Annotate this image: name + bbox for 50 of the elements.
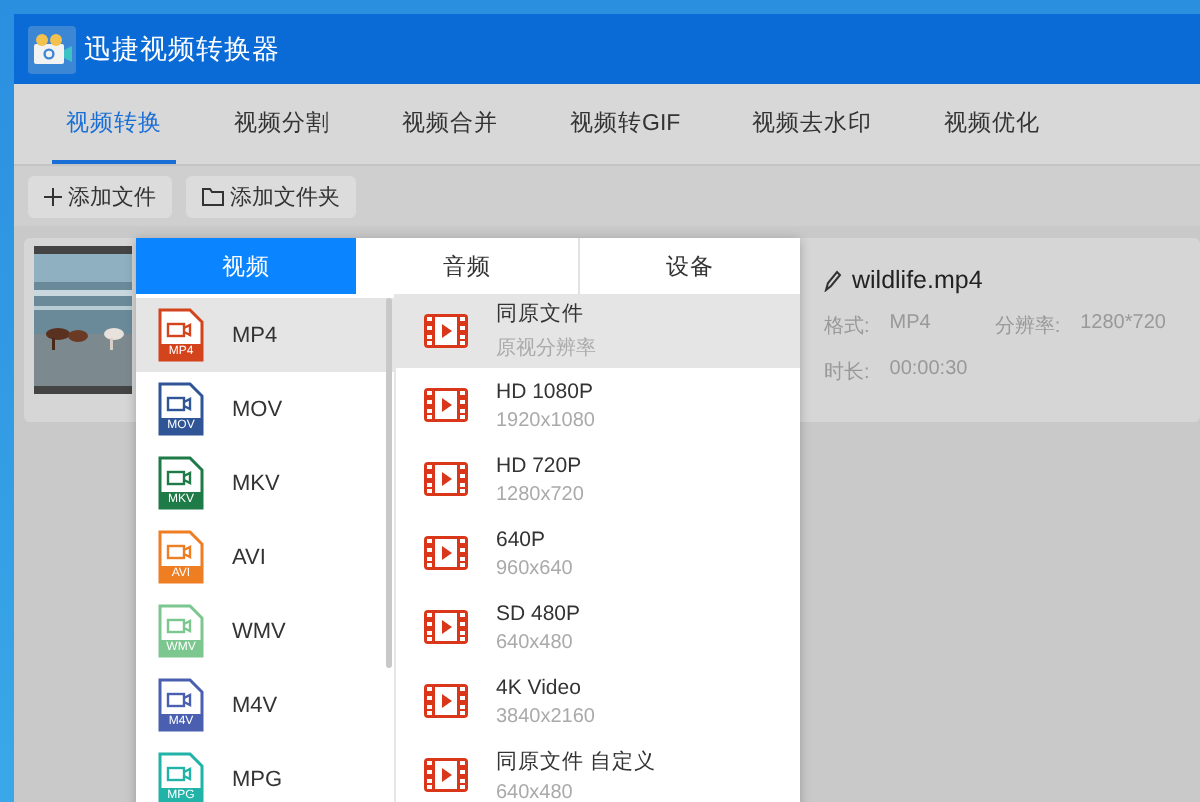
plus-icon xyxy=(44,187,62,205)
nav-tab[interactable]: 视频优化 xyxy=(930,84,1055,164)
nav-tab[interactable]: 视频分割 xyxy=(220,84,344,164)
format-name: M4V xyxy=(232,693,278,717)
app-logo-icon xyxy=(28,25,76,73)
format-name: WMV xyxy=(232,619,286,643)
film-icon xyxy=(424,758,468,792)
resolution-value: 1280*720 xyxy=(1080,312,1166,338)
preset-title: 640P xyxy=(496,527,548,551)
nav-tab[interactable]: 视频转GIF xyxy=(556,84,695,164)
format-name: AVI xyxy=(232,545,266,569)
format-name: MOV xyxy=(232,397,283,421)
window-title: 迅捷视频转换器 xyxy=(84,31,280,67)
resolution-label: 分辨率: xyxy=(994,313,1061,340)
preset-item[interactable]: 同原文件 原视分辨率 xyxy=(396,294,800,368)
add-folder-button[interactable]: 添加文件夹 xyxy=(186,175,356,217)
film-icon xyxy=(424,388,468,422)
format-name: MP4 xyxy=(232,323,278,347)
film-icon xyxy=(424,684,468,718)
preset-title: HD 720P xyxy=(496,453,584,477)
film-icon xyxy=(424,536,468,570)
preset-resolution: 原视分辨率 xyxy=(496,335,596,362)
format-name: MKV xyxy=(232,471,280,495)
film-icon xyxy=(424,610,468,644)
folder-icon xyxy=(202,187,224,205)
preset-resolution: 1920x1080 xyxy=(496,409,595,431)
preset-title: 同原文件 xyxy=(496,300,586,328)
duration-value: 00:00:30 xyxy=(889,358,968,384)
preset-title: 4K Video xyxy=(496,675,583,699)
popup-tab[interactable]: 设备 xyxy=(577,238,800,294)
format-name: MPG xyxy=(232,767,283,791)
preset-resolution: 640x480 xyxy=(496,631,575,653)
preset-resolution: 3840x2160 xyxy=(496,705,595,727)
duration-label: 时长: xyxy=(824,359,870,386)
add-file-button[interactable]: 添加文件 xyxy=(28,175,172,217)
film-icon xyxy=(424,314,468,348)
film-icon xyxy=(424,462,468,496)
preset-resolution: 1280x720 xyxy=(496,483,584,505)
preset-resolution: 960x640 xyxy=(496,557,573,579)
nav-tab[interactable]: 视频合并 xyxy=(388,84,512,164)
pencil-icon[interactable] xyxy=(824,269,842,291)
file-name: wildlife.mp4 xyxy=(852,266,983,294)
preset-resolution: 640x480 xyxy=(496,781,575,802)
popup-tab[interactable]: 视频 xyxy=(136,238,357,294)
preset-title: HD 1080P xyxy=(496,379,595,403)
nav-tab[interactable]: 视频去水印 xyxy=(738,84,887,164)
format-label: 格式: xyxy=(824,313,870,340)
format-value: MP4 xyxy=(889,312,931,338)
preset-title: 同原文件 自定义 xyxy=(496,747,656,775)
preset-title: SD 480P xyxy=(496,601,581,625)
